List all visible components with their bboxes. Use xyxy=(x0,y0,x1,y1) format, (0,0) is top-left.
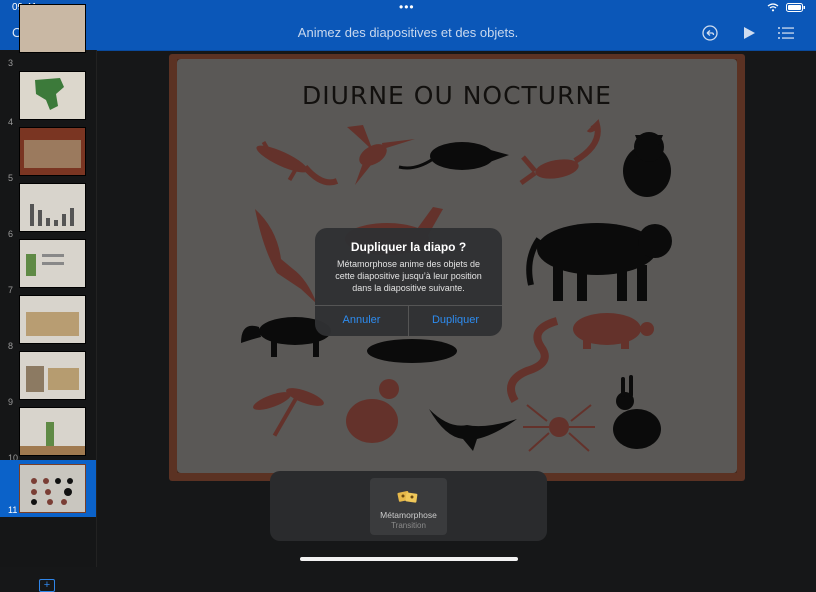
slide-thumbnail-7[interactable]: 7 xyxy=(0,239,96,295)
wifi-icon xyxy=(768,3,779,12)
slide-navigator: 3 4 5 6 7 8 9 10 11 + xyxy=(0,4,97,592)
slide-number: 9 xyxy=(8,397,14,407)
slide-thumbnail-8[interactable]: 8 xyxy=(0,295,96,351)
slide-thumbnail-11[interactable]: 11 xyxy=(0,460,96,517)
battery-icon xyxy=(786,3,805,13)
toolbar-title: Animez des diapositives et des objets. xyxy=(297,25,519,40)
slide-number: 8 xyxy=(8,341,14,351)
thumb-image xyxy=(19,407,86,456)
undo-icon xyxy=(702,25,718,41)
thumb-image xyxy=(19,239,86,288)
thumb-image xyxy=(19,464,86,513)
add-slide-button[interactable]: + xyxy=(39,579,55,592)
slide-list-button[interactable] xyxy=(776,23,796,43)
slide-number: 4 xyxy=(8,117,14,127)
play-button[interactable] xyxy=(739,23,759,43)
alert-message: Métamorphose anime des objets de cette d… xyxy=(335,259,482,293)
cancel-button[interactable]: Annuler xyxy=(315,314,408,326)
play-icon xyxy=(744,27,755,39)
slide-thumbnail-6[interactable]: 6 xyxy=(0,183,96,239)
slide-thumbnail-9[interactable]: 9 xyxy=(0,351,96,407)
slide-number: 7 xyxy=(8,285,14,295)
alert-title: Dupliquer la diapo ? xyxy=(350,240,467,254)
slide-number: 5 xyxy=(8,173,14,183)
thumb-image xyxy=(19,183,86,232)
slide-number: 6 xyxy=(8,229,14,239)
toolbar: OK Animez des diapositives et des objets… xyxy=(0,16,816,50)
map-icon xyxy=(35,78,64,110)
list-icon xyxy=(778,27,794,39)
slide-number: 3 xyxy=(8,58,14,68)
thumb-image xyxy=(19,295,86,344)
status-bar: 09:41 ••• xyxy=(0,0,816,16)
thumb-image xyxy=(19,127,86,176)
undo-button[interactable] xyxy=(700,23,720,43)
thumb-image xyxy=(19,71,86,120)
slide-thumbnail-3[interactable]: 3 xyxy=(0,4,96,68)
transition-name: Métamorphose xyxy=(380,510,437,520)
slide-thumbnail-10[interactable]: 10 xyxy=(0,407,96,463)
transition-panel: Métamorphose Transition xyxy=(270,471,547,541)
home-indicator[interactable] xyxy=(300,557,518,561)
slide-thumbnail-4[interactable]: 4 xyxy=(0,71,96,127)
duplicate-slide-alert: Dupliquer la diapo ? Métamorphose anime … xyxy=(315,228,502,336)
multitasking-dots[interactable]: ••• xyxy=(399,0,415,14)
slide-number: 11 xyxy=(8,505,18,515)
magic-move-icon xyxy=(397,491,418,503)
thumb-image xyxy=(19,351,86,400)
duplicate-button[interactable]: Dupliquer xyxy=(409,314,502,326)
status-icons xyxy=(767,2,806,13)
transition-type: Transition xyxy=(391,521,426,530)
magic-move-transition[interactable]: Métamorphose Transition xyxy=(370,478,447,535)
slide-thumbnail-5[interactable]: 5 xyxy=(0,127,96,183)
thumb-image xyxy=(19,4,86,53)
